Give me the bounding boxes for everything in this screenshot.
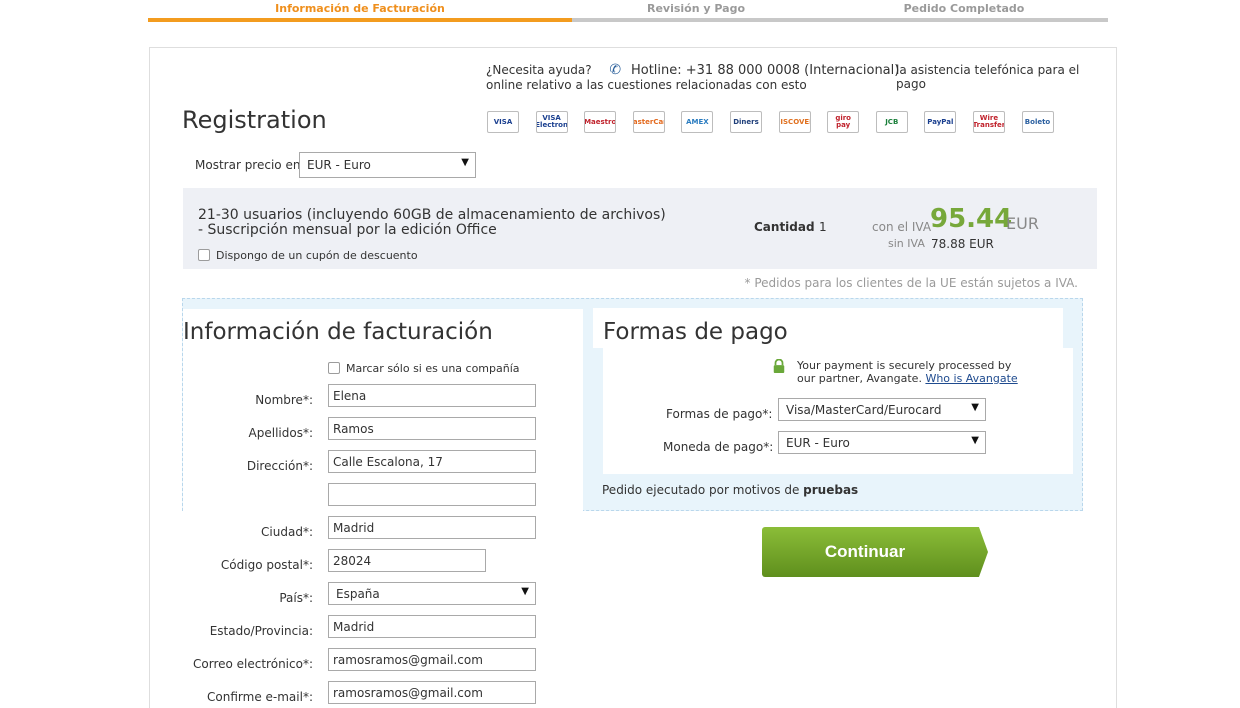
coupon-option[interactable]: Dispongo de un cupón de descuento — [198, 249, 418, 262]
with-vat-label: con el IVA — [872, 220, 932, 234]
payment-title: Formas de pago — [603, 319, 788, 345]
email-label: Correo electrónico*: — [193, 657, 313, 671]
price-currency-label: Mostrar precio en: — [195, 158, 305, 172]
payment-logos: VISA VISA Electron Maestro MasterCard AMEX Di… — [487, 111, 1070, 133]
payment-currency-select[interactable]: EUR - Euro ▼ — [778, 431, 986, 454]
city-input[interactable]: Madrid — [328, 516, 536, 539]
price-currency-select[interactable]: EUR - Euro ▼ — [299, 152, 476, 178]
page-title: Registration — [182, 106, 327, 134]
product-name: 21-30 usuarios (incluyendo 60GB de almac… — [198, 207, 666, 238]
help-question: ¿Necesita ayuda? — [486, 63, 592, 77]
postal-code-label: Código postal*: — [220, 558, 313, 572]
dropdown-arrow-icon: ▼ — [971, 435, 979, 446]
payment-method-label: Formas de pago*: — [666, 407, 773, 421]
last-name-input[interactable]: Ramos — [328, 417, 536, 440]
payment-method-select[interactable]: Visa/MasterCard/Eurocard ▼ — [778, 398, 986, 421]
paypal-logo: PayPal — [924, 111, 957, 133]
continue-button[interactable]: Continuar — [762, 527, 988, 577]
without-vat-label: sin IVA — [888, 237, 925, 250]
visa-electron-logo: VISA Electron — [535, 111, 568, 133]
dropdown-arrow-icon: ▼ — [521, 586, 529, 597]
step-billing-info: Información de Facturación — [148, 0, 572, 22]
price-without-vat: 78.88 EUR — [931, 237, 994, 251]
address-input[interactable]: Calle Escalona, 17 — [328, 450, 536, 473]
help-assist-line: la asistencia telefónica para el pago — [896, 63, 1080, 91]
giropay-logo: giro pay — [827, 111, 860, 133]
confirm-email-input[interactable]: ramosramos@gmail.com — [328, 681, 536, 704]
dropdown-arrow-icon: ▼ — [461, 157, 469, 168]
mastercard-logo: MasterCard — [632, 111, 665, 133]
country-label: País*: — [279, 591, 313, 605]
country-select[interactable]: España ▼ — [328, 582, 536, 605]
visa-logo: VISA — [487, 111, 519, 133]
coupon-checkbox[interactable] — [198, 249, 210, 261]
lock-icon — [773, 359, 785, 373]
vat-note: * Pedidos para los clientes de la UE est… — [744, 276, 1078, 290]
first-name-label: Nombre*: — [255, 393, 313, 407]
order-note: Pedido ejecutado por motivos de pruebas — [602, 483, 859, 497]
dropdown-arrow-icon: ▼ — [971, 402, 979, 413]
price-currency: EUR — [1006, 214, 1039, 233]
amex-logo: AMEX — [681, 111, 714, 133]
checkout-steps: Información de Facturación Revisión y Pa… — [148, 0, 1108, 22]
order-note-bold: pruebas — [803, 483, 859, 497]
maestro-logo: Maestro — [584, 111, 617, 133]
who-is-avangate-link[interactable]: Who is Avangate — [925, 372, 1017, 385]
payment-currency-label: Moneda de pago*: — [663, 440, 774, 454]
boleto-logo: Boleto — [1021, 111, 1054, 133]
city-label: Ciudad*: — [261, 525, 313, 539]
step-review-payment: Revisión y Pago — [572, 0, 820, 22]
step-order-complete: Pedido Completado — [820, 0, 1108, 22]
state-label: Estado/Provincia: — [209, 624, 313, 638]
jcb-logo: JCB — [875, 111, 908, 133]
phone-icon: ✆ — [609, 62, 622, 78]
confirm-email-label: Confirme e-mail*: — [207, 690, 313, 704]
last-name-label: Apellidos*: — [248, 426, 313, 440]
first-name-input[interactable]: Elena — [328, 384, 536, 407]
discover-logo: DISCOVER — [778, 111, 811, 133]
price-with-vat: 95.44 — [930, 204, 1013, 234]
quantity-value: 1 — [819, 220, 827, 234]
address-line2-input[interactable] — [328, 483, 536, 506]
help-section: ¿Necesita ayuda? ✆ Hotline: +31 88 000 0… — [486, 63, 1096, 92]
state-input[interactable]: Madrid — [328, 615, 536, 638]
postal-code-input[interactable]: 28024 — [328, 549, 486, 572]
product-summary: 21-30 usuarios (incluyendo 60GB de almac… — [183, 188, 1097, 269]
quantity-label: Cantidad — [754, 220, 815, 234]
billing-title: Información de facturación — [183, 319, 493, 345]
wire-transfer-logo: Wire Transfer — [972, 111, 1005, 133]
company-option[interactable]: Marcar sólo si es una compañía — [328, 362, 520, 375]
email-input[interactable]: ramosramos@gmail.com — [328, 648, 536, 671]
address-label: Dirección*: — [246, 459, 313, 473]
diners-logo: Diners — [729, 111, 762, 133]
hotline-number: Hotline: +31 88 000 0008 (Internacional) — [630, 63, 900, 78]
company-checkbox[interactable] — [328, 362, 340, 374]
